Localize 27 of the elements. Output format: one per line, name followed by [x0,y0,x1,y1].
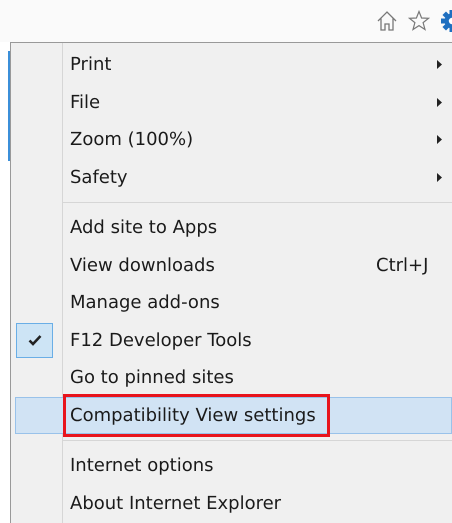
menu-item-label: About Internet Explorer [70,492,282,514]
menu-item-label: Zoom (100%) [70,129,194,150]
menu-item-label: File [70,92,100,113]
menu-item-label: Print [70,54,112,76]
home-icon[interactable] [376,10,398,32]
menu-item[interactable]: File [15,84,452,121]
menu-item-label: Safety [70,166,128,188]
menu-item[interactable]: Add site to Apps [15,209,452,246]
menu-item-label: Manage add-ons [70,292,220,314]
menu-item-label: F12 Developer Tools [70,330,252,351]
menu-item[interactable]: Go to pinned sites [15,359,452,396]
menu-item[interactable]: Print [15,46,452,84]
menu-item[interactable]: Manage add-ons [15,284,452,322]
menu-item[interactable]: Zoom (100%) [15,121,452,158]
menu-item[interactable]: About Internet Explorer [15,484,452,522]
menu-item-label: View downloads [70,254,215,276]
menu-item[interactable]: Internet options [15,447,452,484]
menu-item-label: Compatibility View settings [70,404,316,426]
menu-item-label: Go to pinned sites [70,367,234,388]
menu-item[interactable]: Safety [15,158,452,196]
menu-item[interactable]: Compatibility View settings [15,396,452,434]
menu-item[interactable]: View downloads Ctrl+J [15,246,452,284]
menu-item-label: Add site to Apps [70,217,218,238]
menu-item[interactable]: F12 Developer Tools [15,322,452,359]
menu-item-label: Internet options [70,455,214,476]
shortcut-label: Ctrl+J [376,254,428,276]
star-icon[interactable] [408,10,430,32]
